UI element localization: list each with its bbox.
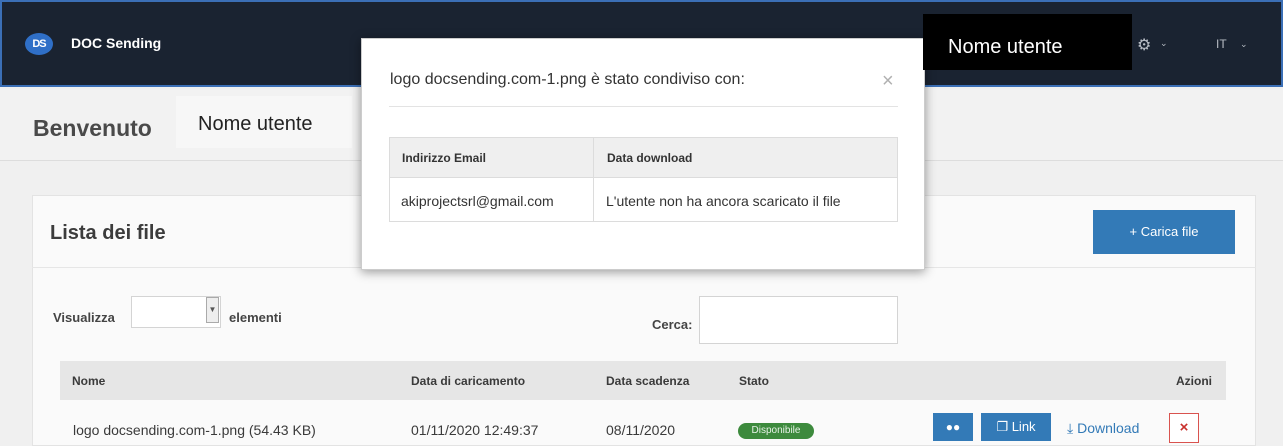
chevron-down-icon[interactable]: ⌄ [1240,39,1248,50]
gear-icon[interactable]: ⚙ [1137,35,1151,55]
column-header-uploaded[interactable]: Data di caricamento [411,374,525,388]
page-title: Benvenuto [33,115,152,141]
column-header-expires[interactable]: Data scadenza [606,374,689,388]
users-icon: ●● [945,420,961,434]
modal-divider [389,106,898,107]
download-icon: ⤓ [1067,420,1074,436]
column-header-actions: Azioni [1176,374,1212,388]
upload-file-button[interactable]: + Carica file [1093,210,1235,254]
upload-date-cell: 01/11/2020 12:49:37 [411,422,539,438]
column-header-status[interactable]: Stato [739,374,769,388]
navbar-user-name[interactable]: Nome utente [923,14,1132,70]
status-badge: Disponibile [738,423,814,439]
file-name-cell: logo docsending.com-1.png (54.43 KB) [73,422,316,438]
brand-logo[interactable]: DS [25,33,53,55]
download-label: Download [1077,420,1140,436]
chevron-down-icon[interactable]: ▼ [206,297,219,323]
column-header-email: Indirizzo Email [402,151,487,165]
language-selector[interactable]: IT [1216,37,1227,51]
copy-icon: ❐ [996,419,1009,434]
page-title-user-name: Nome utente [176,96,352,148]
search-label: Cerca: [652,317,693,332]
copy-link-button[interactable]: ❐ Link [981,413,1051,441]
modal-title: logo docsending.com-1.png è stato condiv… [390,71,745,88]
page-size-label: Visualizza [53,310,115,325]
share-users-button[interactable]: ●● [933,413,973,441]
brand-name[interactable]: DOC Sending [71,35,161,51]
page-size-suffix: elementi [229,310,282,325]
shared-download-date-cell: L'utente non ha ancora scaricato il file [606,193,841,209]
close-icon[interactable]: × [882,70,894,93]
column-header-download-date: Data download [607,151,693,165]
search-input[interactable] [699,296,898,344]
expiry-date-cell: 08/11/2020 [606,422,676,438]
file-list-title: Lista dei file [50,222,166,244]
shared-email-cell: akiprojectsrl@gmail.com [401,193,554,209]
column-header-name[interactable]: Nome [72,374,105,388]
download-link[interactable]: ⤓ Download [1067,420,1139,437]
delete-button[interactable]: × [1169,413,1199,443]
copy-link-label: Link [1011,419,1036,434]
chevron-down-icon[interactable]: ⌄ [1160,38,1168,49]
column-divider [593,138,594,221]
